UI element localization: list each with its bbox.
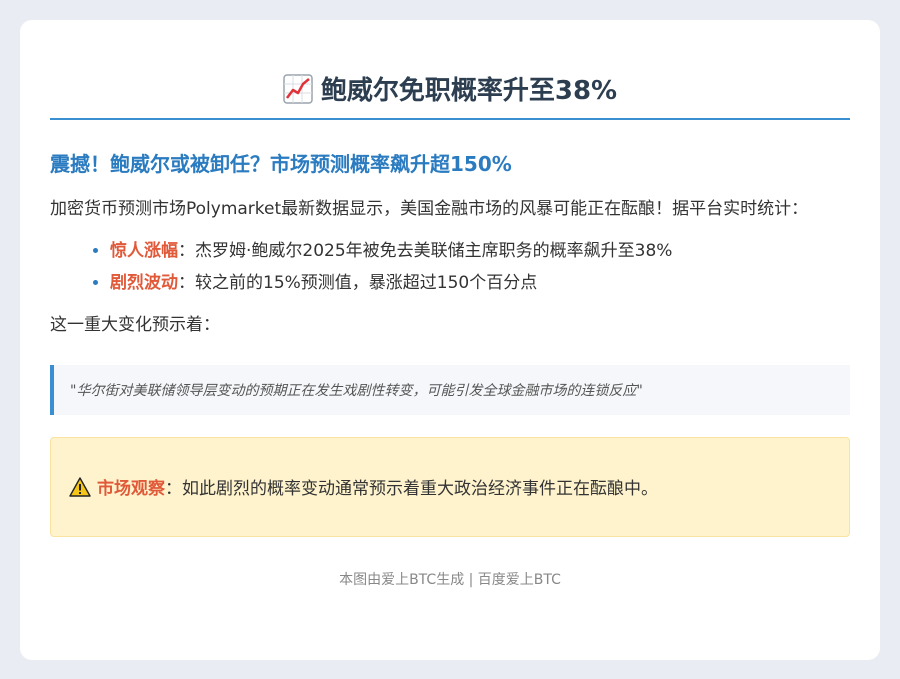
bullet-label: 惊人涨幅 [110,240,178,261]
list-item: 惊人涨幅：杰罗姆·鲍威尔2025年被免去美联储主席职务的概率飙升至38% [110,235,850,267]
bullet-text: ：杰罗姆·鲍威尔2025年被免去美联储主席职务的概率飙升至38% [178,240,673,261]
article-card: 鲍威尔免职概率升至38% 震撼！鲍威尔或被卸任？市场预测概率飙升超150% 加密… [20,20,880,660]
chart-increasing-icon [283,73,313,104]
key-points-list: 惊人涨幅：杰罗姆·鲍威尔2025年被免去美联储主席职务的概率飙升至38% 剧烈波… [50,235,850,299]
page-title: 鲍威尔免职概率升至38% [283,70,617,107]
notice-box: 市场观察 ：如此剧烈的概率变动通常预示着重大政治经济事件正在酝酿中。 [50,436,850,537]
transition-paragraph: 这一重大变化预示着： [50,314,220,335]
bullet-label: 剧烈波动 [110,272,178,293]
intro-paragraph: 加密货币预测市场Polymarket最新数据显示，美国金融市场的风暴可能正在酝酿… [50,198,809,219]
title-text: 鲍威尔免职概率升至38% [320,76,618,106]
notice-text: ：如此剧烈的概率变动通常预示着重大政治经济事件正在酝酿中。 [165,479,658,499]
bullet-text: ：较之前的15%预测值，暴涨超过150个百分点 [178,272,538,293]
notice-label: 市场观察 [97,479,165,499]
title-section: 鲍威尔免职概率升至38% [50,70,850,120]
headline: 震撼！鲍威尔或被卸任？市场预测概率飙升超150% [50,151,512,176]
quote-block: "华尔街对美联储领导层变动的预期正在发生戏剧性转变，可能引发全球金融市场的连锁反… [50,364,850,415]
warning-icon [69,476,91,497]
footer-credit: 本图由爱上BTC生成 | 百度爱上BTC [339,571,561,588]
quote-text: "华尔街对美联储领导层变动的预期正在发生戏剧性转变，可能引发全球金融市场的连锁反… [70,382,643,399]
list-item: 剧烈波动：较之前的15%预测值，暴涨超过150个百分点 [110,267,850,299]
